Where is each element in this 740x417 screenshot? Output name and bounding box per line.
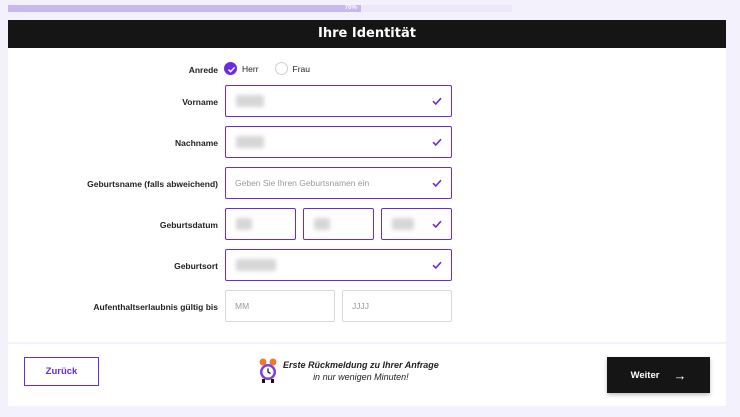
geburtsdatum-month-input[interactable] — [303, 208, 374, 240]
alarm-clock-icon — [259, 358, 277, 383]
geburtsort-value-blurred — [236, 259, 276, 271]
arrow-right-icon: → — [673, 367, 687, 383]
aufenthalt-month-placeholder: MM — [235, 301, 250, 311]
check-icon — [432, 97, 442, 106]
form-footer: Zurück Erste Rückmeldung zu Ihrer Anfrag… — [8, 344, 726, 406]
geburtsdatum-label: Geburtsdatum — [159, 220, 218, 230]
next-button[interactable]: Weiter → — [607, 357, 710, 393]
progress-fill: 70% — [8, 5, 361, 12]
vorname-label: Vorname — [182, 97, 218, 107]
radio-herr[interactable] — [224, 62, 237, 75]
day-value-blurred — [236, 218, 252, 230]
response-message-line1: Erste Rückmeldung zu Ihrer Anfrage — [283, 360, 439, 370]
next-button-label: Weiter — [630, 369, 660, 381]
geburtsname-placeholder: Geben Sie Ihren Geburtsnamen ein — [235, 178, 370, 188]
anrede-radio-group: Herr Frau — [224, 62, 326, 75]
nachname-value-blurred — [236, 136, 264, 148]
response-message: Erste Rückmeldung zu Ihrer Anfrage in nu… — [258, 358, 439, 384]
geburtsname-label: Geburtsname (falls abweichend) — [87, 179, 218, 189]
vorname-value-blurred — [236, 95, 264, 107]
check-icon — [432, 179, 442, 188]
radio-frau-label[interactable]: Frau — [293, 64, 310, 74]
aufenthalt-year-placeholder: JJJJ — [352, 301, 369, 311]
aufenthalt-label: Aufenthaltserlaubnis gültig bis — [93, 302, 218, 312]
check-icon — [227, 66, 236, 73]
nachname-input[interactable] — [225, 126, 452, 158]
radio-herr-label[interactable]: Herr — [242, 64, 259, 74]
aufenthalt-year-input[interactable]: JJJJ — [342, 290, 452, 322]
anrede-label: Anrede — [188, 65, 218, 75]
response-message-line2: in nur wenigen Minuten! — [313, 372, 409, 382]
progress-label: 70% — [344, 5, 357, 11]
geburtsort-label: Geburtsort — [174, 261, 218, 271]
response-message-text: Erste Rückmeldung zu Ihrer Anfrage in nu… — [283, 359, 439, 383]
aufenthalt-month-input[interactable]: MM — [225, 290, 335, 322]
month-value-blurred — [314, 218, 330, 230]
geburtsort-input[interactable] — [225, 249, 452, 281]
geburtsdatum-day-input[interactable] — [225, 208, 296, 240]
back-button[interactable]: Zurück — [24, 357, 99, 386]
check-icon — [432, 220, 442, 229]
check-icon — [432, 261, 442, 270]
vorname-input[interactable] — [225, 85, 452, 117]
progress-bar: 70% — [8, 5, 512, 12]
check-icon — [432, 138, 442, 147]
form-title: Ihre Identität — [8, 20, 726, 48]
identity-form-card: Ihre Identität Anrede Herr Frau Vorname … — [8, 20, 726, 342]
geburtsname-input[interactable]: Geben Sie Ihren Geburtsnamen ein — [225, 167, 452, 199]
radio-frau[interactable] — [274, 62, 288, 75]
geburtsdatum-year-input[interactable] — [381, 208, 452, 240]
nachname-label: Nachname — [175, 138, 218, 148]
year-value-blurred — [392, 218, 414, 230]
